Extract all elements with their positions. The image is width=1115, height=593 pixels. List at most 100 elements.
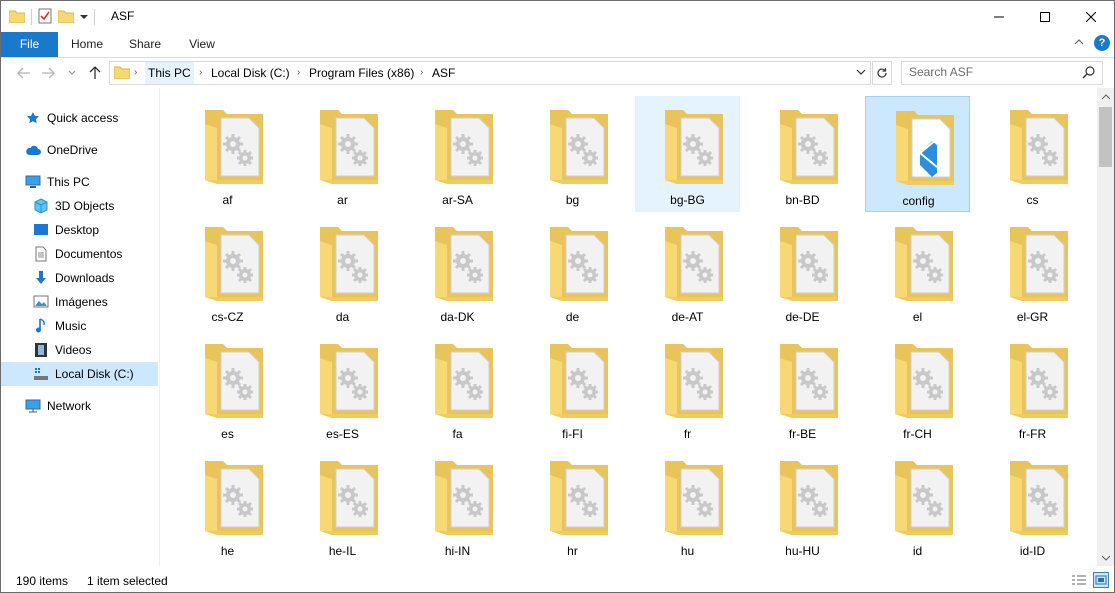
nav-item-downloads[interactable]: Downloads xyxy=(1,266,158,290)
folder-name: fr xyxy=(683,427,692,441)
folder-name: bg xyxy=(565,193,580,207)
folder-item[interactable]: hu xyxy=(635,447,740,563)
search-box[interactable] xyxy=(901,61,1103,85)
nav-item-label: Quick access xyxy=(47,111,119,125)
folder-item[interactable]: fa xyxy=(405,330,510,446)
folder-item[interactable]: el-GR xyxy=(980,213,1085,329)
folder-item[interactable]: es-ES xyxy=(290,330,395,446)
folder-item[interactable]: he-IL xyxy=(290,447,395,563)
folder-item[interactable]: hu-HU xyxy=(750,447,855,563)
back-button[interactable] xyxy=(15,64,33,82)
folder-item[interactable]: fi-FI xyxy=(520,330,625,446)
nav-item-local-disk[interactable]: Local Disk (C:) xyxy=(1,362,158,386)
nav-item-3d-objects[interactable]: 3D Objects xyxy=(1,194,158,218)
refresh-button[interactable] xyxy=(872,61,892,85)
folder-item[interactable]: es xyxy=(175,330,280,446)
breadcrumb-separator-icon[interactable]: › xyxy=(134,62,137,84)
folder-item[interactable]: af xyxy=(175,96,280,212)
folder-item[interactable]: de-AT xyxy=(635,213,740,329)
address-bar[interactable]: › This PC › Local Disk (C:) › Program Fi… xyxy=(109,61,871,85)
new-folder-icon[interactable] xyxy=(57,9,75,26)
folder-item[interactable]: id xyxy=(865,447,970,563)
tab-file[interactable]: File xyxy=(1,32,58,57)
folder-item[interactable]: id-ID xyxy=(980,447,1085,563)
customize-toolbar-chevron-icon[interactable] xyxy=(80,10,88,24)
forward-button[interactable] xyxy=(39,64,57,82)
nav-item-desktop[interactable]: Desktop xyxy=(1,218,158,242)
folder-item[interactable]: cs-CZ xyxy=(175,213,280,329)
maximize-button[interactable] xyxy=(1022,1,1068,32)
folder-item[interactable]: cs xyxy=(980,96,1085,212)
folder-item[interactable]: config xyxy=(865,96,970,212)
selection-count: 1 item selected xyxy=(87,574,168,588)
folder-item[interactable]: da xyxy=(290,213,395,329)
folder-icon[interactable] xyxy=(8,9,26,26)
breadcrumb-program-files[interactable]: Program Files (x86) xyxy=(309,62,414,84)
properties-icon[interactable] xyxy=(38,8,52,27)
ribbon-tabs: File Home Share View ? xyxy=(1,32,1114,58)
nav-item-this-pc[interactable]: This PC xyxy=(1,170,158,194)
breadcrumb-separator-icon[interactable]: › xyxy=(199,62,202,84)
folder-item[interactable]: ar-SA xyxy=(405,96,510,212)
help-icon[interactable]: ? xyxy=(1094,35,1110,51)
minimize-icon xyxy=(994,16,1004,17)
close-button[interactable] xyxy=(1068,1,1114,32)
folder-item[interactable]: fr-FR xyxy=(980,330,1085,446)
folder-item[interactable]: fr-CH xyxy=(865,330,970,446)
breadcrumb-separator-icon[interactable]: › xyxy=(297,62,300,84)
nav-item-label: Documentos xyxy=(55,247,123,261)
nav-item-label: Desktop xyxy=(55,223,100,237)
address-history-button[interactable] xyxy=(856,65,866,82)
nav-item-music[interactable]: Music xyxy=(1,314,158,338)
folder-item[interactable]: he xyxy=(175,447,280,563)
search-icon[interactable] xyxy=(1082,65,1096,82)
scrollbar-thumb[interactable] xyxy=(1099,107,1112,167)
breadcrumb-this-pc[interactable]: This PC xyxy=(145,62,194,84)
film-icon xyxy=(33,342,49,358)
search-input[interactable] xyxy=(902,62,1079,82)
chevron-up-icon xyxy=(1074,39,1084,45)
breadcrumb-asf[interactable]: ASF xyxy=(432,62,455,84)
details-view-button[interactable] xyxy=(1071,572,1087,588)
up-button[interactable] xyxy=(86,64,104,82)
tab-home[interactable]: Home xyxy=(58,32,116,57)
expand-ribbon-button[interactable] xyxy=(1073,36,1087,50)
nav-item-documentos[interactable]: Documentos xyxy=(1,242,158,266)
folder-item[interactable]: da-DK xyxy=(405,213,510,329)
large-icons-view-button[interactable] xyxy=(1093,572,1109,588)
folder-item[interactable]: bg-BG xyxy=(635,96,740,212)
folder-name: hu-HU xyxy=(785,544,820,558)
address-row: › This PC › Local Disk (C:) › Program Fi… xyxy=(1,58,1114,88)
folder-item[interactable]: ar xyxy=(290,96,395,212)
nav-item-label: Downloads xyxy=(55,271,115,285)
nav-item-onedrive[interactable]: OneDrive xyxy=(1,138,158,162)
toolbar-divider xyxy=(94,9,95,25)
folder-item[interactable]: de xyxy=(520,213,625,329)
tab-view[interactable]: View xyxy=(174,32,230,57)
nav-item-imagenes[interactable]: Imágenes xyxy=(1,290,158,314)
folder-item[interactable]: hr xyxy=(520,447,625,563)
tab-share[interactable]: Share xyxy=(116,32,174,57)
settings-folder-icon xyxy=(318,223,382,303)
folder-item[interactable]: bn-BD xyxy=(750,96,855,212)
vertical-scrollbar[interactable] xyxy=(1097,88,1114,566)
nav-item-network[interactable]: Network xyxy=(1,394,158,418)
folder-item[interactable]: bg xyxy=(520,96,625,212)
folder-item[interactable]: fr xyxy=(635,330,740,446)
folder-item[interactable]: de-DE xyxy=(750,213,855,329)
breadcrumb-local-disk[interactable]: Local Disk (C:) xyxy=(211,62,290,84)
recent-locations-button[interactable] xyxy=(63,64,81,82)
status-bar: 190 items 1 item selected xyxy=(1,568,1114,592)
nav-item-videos[interactable]: Videos xyxy=(1,338,158,362)
scroll-down-button[interactable] xyxy=(1097,549,1114,566)
settings-folder-icon xyxy=(1008,223,1072,303)
breadcrumb-separator-icon[interactable]: › xyxy=(420,62,423,84)
folder-item[interactable]: hi-IN xyxy=(405,447,510,563)
minimize-button[interactable] xyxy=(976,1,1022,32)
network-icon xyxy=(25,398,41,414)
scroll-up-button[interactable] xyxy=(1097,88,1114,105)
folder-item[interactable]: fr-BE xyxy=(750,330,855,446)
folder-item[interactable]: el xyxy=(865,213,970,329)
folder-name: config xyxy=(902,194,935,208)
nav-item-quick-access[interactable]: Quick access xyxy=(1,106,158,130)
